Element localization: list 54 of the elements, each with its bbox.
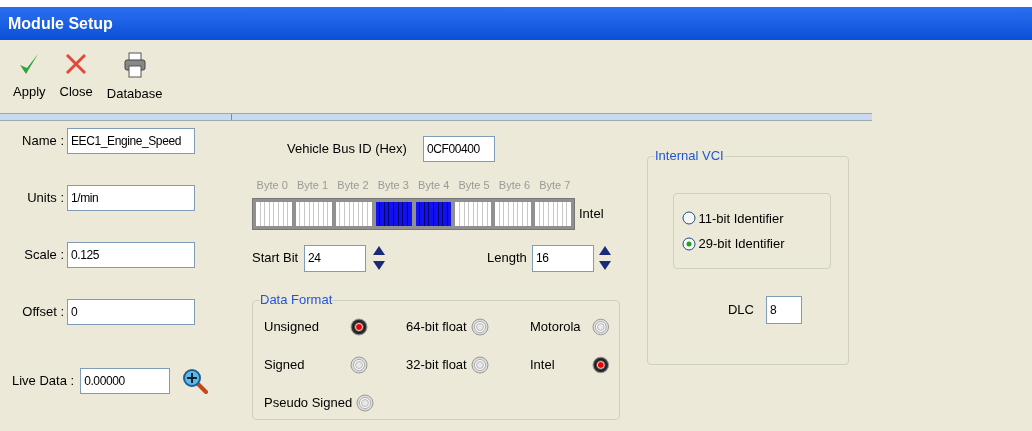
option-label: 32-bit float (406, 356, 467, 375)
option-label: 11-bit Identifier (698, 209, 784, 228)
byte-label: Byte 0 (255, 178, 289, 193)
field-label: Vehicle Bus ID (Hex) (287, 140, 408, 159)
text-field[interactable]: 16 (532, 244, 594, 272)
byte-label: Byte 7 (538, 178, 572, 193)
radio-button[interactable] (470, 318, 489, 336)
option-label: Motorola (530, 318, 582, 337)
option-label: Unsigned (264, 318, 320, 337)
radio-button[interactable] (681, 236, 696, 251)
byte-label: Byte 1 (295, 178, 330, 193)
toolbar-button[interactable]: Close (56, 52, 96, 113)
field-label: Name : (21, 132, 64, 151)
byte-label: Byte 3 (376, 178, 410, 193)
option-label: 64-bit float (406, 318, 467, 337)
printer-icon (122, 52, 147, 78)
byte-label: Byte 6 (497, 178, 532, 193)
radio-button[interactable] (470, 356, 489, 374)
field-label: Scale : (23, 246, 64, 265)
text-field[interactable]: 8 (766, 296, 802, 324)
option-label: Pseudo Signed (264, 394, 353, 413)
text-field[interactable]: 0 (67, 299, 195, 325)
text-field[interactable]: EEC1_Engine_Speed (67, 128, 195, 154)
radio-button[interactable] (592, 356, 610, 374)
spinner-arrows[interactable] (372, 245, 386, 271)
field-label: DLC (728, 301, 754, 320)
radio-button[interactable] (681, 211, 696, 226)
radio-button[interactable] (592, 318, 610, 336)
radio-button[interactable] (350, 318, 368, 336)
radio-button[interactable] (350, 356, 368, 374)
option-label: Intel (530, 356, 556, 375)
byte-label: Byte 4 (417, 178, 451, 193)
field-label: Live Data : (12, 372, 75, 391)
text-field[interactable]: 0.125 (67, 242, 195, 268)
byte-label: Byte 5 (457, 178, 491, 193)
close-icon (64, 52, 89, 76)
field-label: Units : (26, 189, 64, 208)
text-field[interactable]: 0.00000 (80, 368, 171, 394)
zoom-in-icon[interactable] (182, 368, 209, 394)
option-label: Signed (264, 356, 306, 375)
toolbar-button[interactable]: Database (103, 52, 166, 113)
byte-label: Byte 2 (336, 178, 370, 193)
text-field[interactable]: 24 (304, 244, 366, 272)
field-label: Offset : (21, 303, 64, 322)
radio-button[interactable] (356, 394, 375, 412)
spinner-arrows[interactable] (598, 245, 612, 271)
field-label: Length (487, 249, 528, 268)
option-label: 29-bit Identifier (698, 235, 785, 253)
window-title: Module Setup (8, 13, 113, 34)
text-field[interactable]: 0CF00400 (423, 136, 495, 162)
text-field[interactable]: 1/min (67, 185, 195, 211)
field-label: Start Bit (252, 249, 300, 268)
byte-order-label: Intel (579, 204, 604, 223)
toolbar-button[interactable]: Apply (10, 52, 49, 113)
